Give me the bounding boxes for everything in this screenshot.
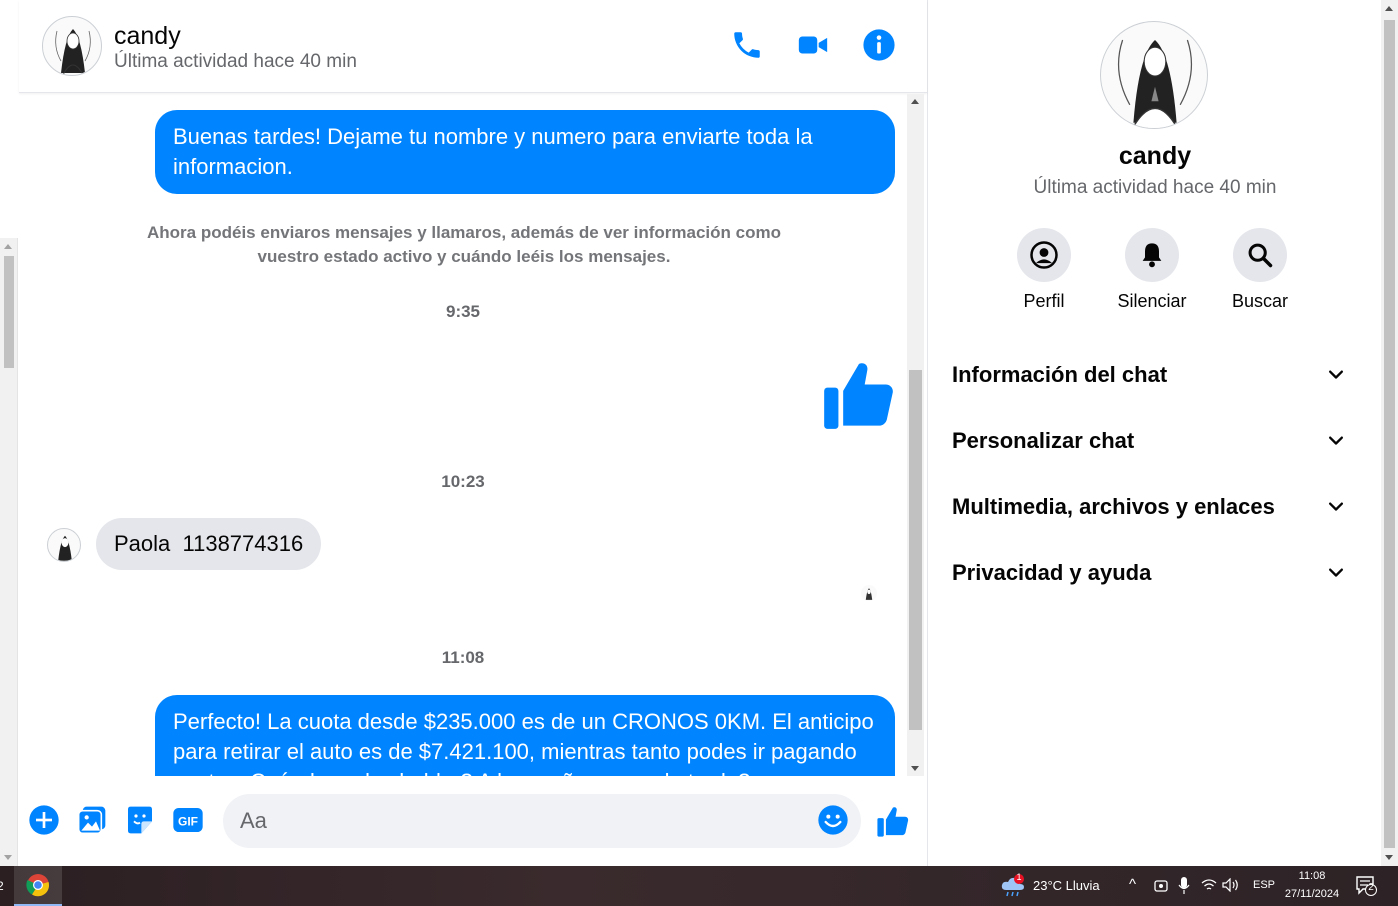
gif-button[interactable]: GIF bbox=[172, 804, 206, 838]
profile-button[interactable]: Perfil bbox=[999, 228, 1089, 312]
emoji-button[interactable] bbox=[817, 804, 851, 838]
page-scrollbar-left[interactable] bbox=[0, 238, 18, 866]
search-icon bbox=[1248, 243, 1273, 268]
message-scrollbar[interactable] bbox=[907, 94, 924, 776]
wifi-icon[interactable] bbox=[1201, 878, 1217, 892]
outgoing-message[interactable]: Perfecto! La cuota desde $235.000 es de … bbox=[155, 695, 895, 776]
chevron-down-icon bbox=[1329, 568, 1343, 577]
more-actions-button[interactable] bbox=[28, 804, 62, 838]
sticker-button[interactable] bbox=[124, 804, 158, 838]
profile-label: Perfil bbox=[1023, 291, 1065, 311]
scroll-down-arrow[interactable] bbox=[4, 855, 12, 860]
search-label: Buscar bbox=[1231, 291, 1289, 311]
clock-date[interactable]: 27/11/2024 bbox=[1282, 888, 1342, 900]
contact-avatar-large[interactable] bbox=[1100, 21, 1208, 129]
notifications-button[interactable]: 2 bbox=[1356, 876, 1378, 896]
scroll-up-arrow[interactable] bbox=[1385, 6, 1393, 11]
gif-icon: GIF bbox=[173, 808, 203, 832]
scrollbar-thumb[interactable] bbox=[4, 256, 14, 368]
sent-like-sticker[interactable] bbox=[821, 356, 897, 432]
chrome-icon bbox=[26, 874, 50, 897]
scroll-down-arrow[interactable] bbox=[911, 766, 919, 771]
contact-status: Última actividad hace 40 min bbox=[1033, 177, 1277, 198]
volume-icon[interactable] bbox=[1222, 878, 1240, 892]
meet-now-icon[interactable] bbox=[1154, 878, 1168, 894]
scroll-up-arrow[interactable] bbox=[4, 244, 12, 249]
plus-circle-icon bbox=[29, 805, 59, 835]
weather-widget[interactable]: 1 bbox=[1000, 872, 1026, 898]
rain-cloud-icon bbox=[1001, 874, 1024, 897]
timestamp: 11:08 bbox=[441, 648, 485, 667]
section-chat-info[interactable]: Información del chat bbox=[939, 350, 1359, 400]
microphone-icon[interactable] bbox=[1178, 877, 1190, 895]
scroll-up-arrow[interactable] bbox=[911, 99, 919, 104]
video-camera-icon bbox=[798, 36, 828, 54]
attach-media-button[interactable] bbox=[76, 804, 110, 838]
image-icon bbox=[77, 806, 106, 835]
conversation-info-button[interactable] bbox=[862, 28, 896, 62]
message-input[interactable] bbox=[223, 794, 861, 848]
chrome-taskbar-button[interactable] bbox=[14, 866, 62, 906]
section-privacy-help[interactable]: Privacidad y ayuda bbox=[939, 548, 1359, 598]
contact-name: candy bbox=[1118, 142, 1192, 170]
profile-icon bbox=[1030, 241, 1058, 269]
chevron-down-icon bbox=[1329, 436, 1343, 445]
chat-header: candy Última actividad hace 40 min bbox=[19, 0, 927, 93]
phone-icon bbox=[734, 32, 760, 58]
scrollbar-thumb[interactable] bbox=[909, 370, 922, 730]
voice-call-button[interactable] bbox=[730, 28, 764, 62]
contact-avatar[interactable] bbox=[42, 16, 102, 76]
chat-panel: candy Última actividad hace 40 min Buena… bbox=[19, 0, 928, 866]
chevron-down-icon bbox=[1329, 370, 1343, 379]
mute-label: Silenciar bbox=[1117, 291, 1187, 311]
scroll-down-arrow[interactable] bbox=[1385, 855, 1393, 860]
incoming-message[interactable]: Paola 1138774316 bbox=[96, 518, 322, 570]
section-media-files-links[interactable]: Multimedia, archivos y enlaces bbox=[939, 482, 1359, 532]
clock-time[interactable]: 11:08 bbox=[1282, 870, 1342, 882]
video-call-button[interactable] bbox=[796, 28, 830, 62]
contact-status: Última actividad hace 40 min bbox=[114, 51, 357, 72]
send-like-button[interactable] bbox=[876, 804, 910, 838]
bell-icon bbox=[1142, 243, 1162, 268]
section-label: Personalizar chat bbox=[952, 428, 1135, 453]
section-label: Información del chat bbox=[952, 362, 1168, 387]
info-icon bbox=[863, 29, 895, 61]
input-language[interactable]: ESP bbox=[1253, 879, 1275, 891]
conversation-details-panel: candy Última actividad hace 40 min Perfi… bbox=[929, 0, 1381, 866]
section-label: Privacidad y ayuda bbox=[952, 560, 1152, 585]
chevron-up-icon[interactable]: ^ bbox=[1129, 876, 1136, 893]
message-list: Buenas tardes! Dejame tu nombre y numero… bbox=[19, 94, 907, 776]
weather-badge: 1 bbox=[1016, 872, 1022, 882]
mute-button[interactable]: Silenciar bbox=[1107, 228, 1197, 312]
page-scrollbar-right[interactable] bbox=[1381, 0, 1398, 866]
thumbs-up-icon bbox=[877, 807, 909, 837]
message-composer: GIF bbox=[19, 776, 927, 866]
sticker-icon bbox=[128, 806, 152, 834]
timestamp: 9:35 bbox=[445, 302, 481, 321]
read-receipt-avatar bbox=[861, 585, 877, 601]
outgoing-message[interactable]: Buenas tardes! Dejame tu nombre y numero… bbox=[155, 110, 895, 194]
thumbs-up-icon bbox=[824, 363, 893, 429]
timestamp: 10:23 bbox=[441, 472, 485, 491]
windows-taskbar: 2 1 23°C Lluvia ^ ESP 11:08 27/11/2024 2 bbox=[0, 866, 1398, 906]
smiley-icon bbox=[818, 805, 848, 835]
section-label: Multimedia, archivos y enlaces bbox=[952, 494, 1275, 519]
chevron-down-icon bbox=[1329, 502, 1343, 511]
taskbar-left-badge: 2 bbox=[0, 879, 4, 893]
section-customize-chat[interactable]: Personalizar chat bbox=[939, 416, 1359, 466]
svg-text:GIF: GIF bbox=[178, 814, 198, 828]
search-button[interactable]: Buscar bbox=[1215, 228, 1305, 312]
notification-count: 2 bbox=[1368, 882, 1374, 893]
contact-name[interactable]: candy bbox=[114, 22, 181, 51]
system-note: Ahora podéis enviaros mensajes y llamaro… bbox=[147, 223, 781, 266]
weather-text[interactable]: 23°C Lluvia bbox=[1033, 878, 1100, 893]
scrollbar-thumb[interactable] bbox=[1384, 20, 1395, 848]
contact-avatar-small[interactable] bbox=[47, 528, 81, 562]
